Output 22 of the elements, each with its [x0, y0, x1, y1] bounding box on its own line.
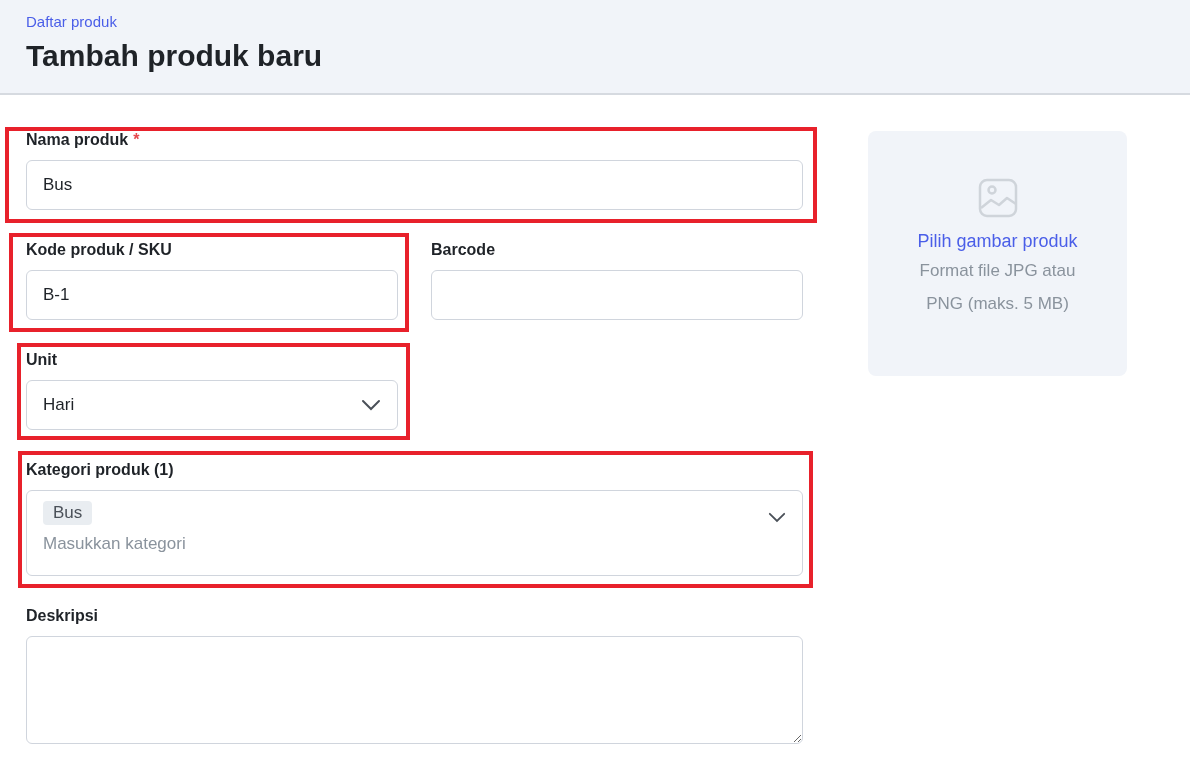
category-tag: Bus: [43, 501, 93, 525]
chevron-down-icon: [361, 399, 381, 411]
input-field[interactable]: B-1: [26, 270, 398, 320]
file-format-hint: Format file JPG atau PNG (maks. 5 MB): [918, 260, 1077, 315]
breadcrumb-link[interactable]: Daftar produk: [26, 13, 117, 30]
page-title: Tambah produk baru: [26, 39, 323, 73]
field-label: Deskripsi: [26, 607, 99, 626]
input-field[interactable]: [431, 270, 803, 320]
image-upload-card[interactable]: Pilih gambar produk Format file JPG atau PNG (maks. 5 MB): [868, 131, 1127, 376]
field-label: Barcode: [431, 241, 496, 260]
category-select[interactable]: Bus Masukkan kategori: [26, 490, 803, 576]
unit-select[interactable]: Hari: [26, 380, 398, 430]
chevron-down-icon: [768, 512, 786, 523]
field-label: Nama produk: [26, 131, 129, 150]
field-label: Kode produk / SKU: [26, 241, 172, 260]
field-label: Unit: [26, 351, 58, 370]
image-icon: [977, 178, 1018, 218]
required-mark: *: [133, 131, 140, 150]
choose-image-link[interactable]: Pilih gambar produk: [917, 231, 1078, 252]
field-label: Kategori produk (1): [26, 461, 174, 480]
description-field[interactable]: [26, 636, 803, 744]
input-field[interactable]: Bus: [26, 160, 803, 210]
